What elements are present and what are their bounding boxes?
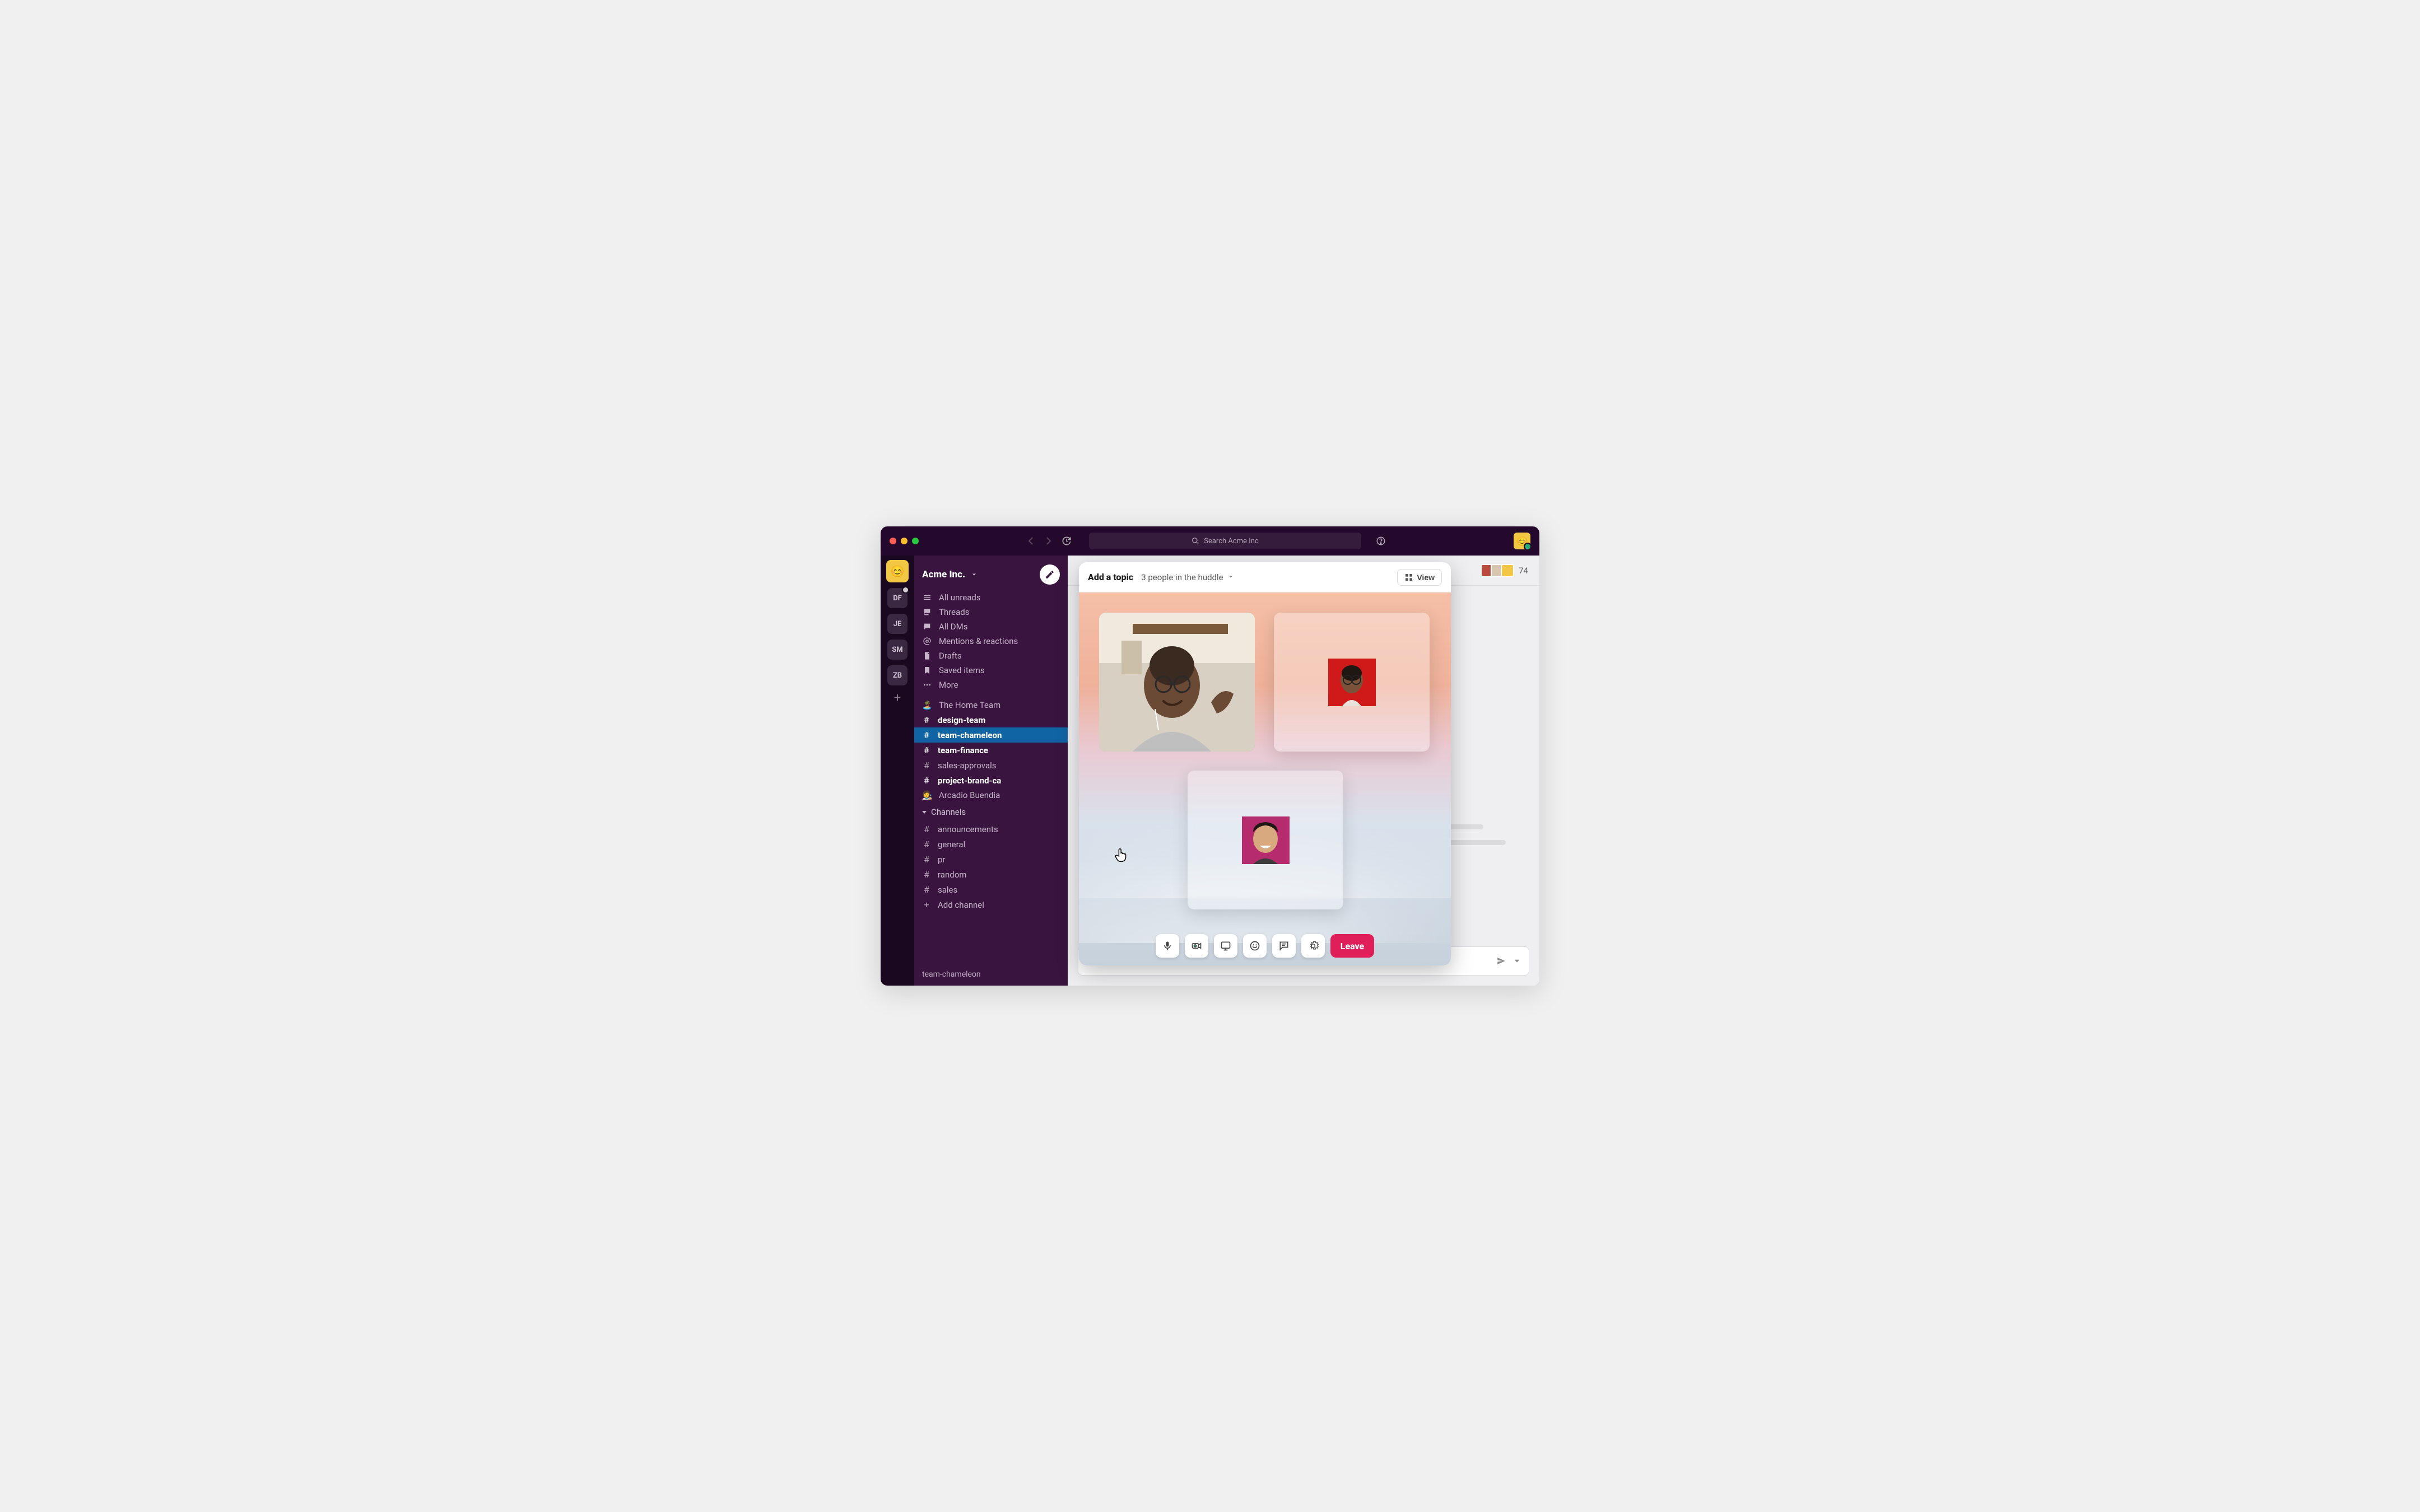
participant-avatar-2 [1328, 659, 1376, 706]
camera-icon [1191, 940, 1202, 951]
add-workspace-button[interactable]: + [894, 691, 901, 705]
view-button[interactable]: View [1397, 569, 1442, 586]
gear-icon [1307, 940, 1319, 951]
sidebar: Acme Inc. All unreads Threads All DMs Me… [914, 556, 1068, 986]
participant-tile-3[interactable] [1188, 771, 1343, 909]
history-nav [1025, 535, 1072, 547]
leave-button[interactable]: Leave [1330, 934, 1374, 958]
dm-arcadio[interactable]: 🧑‍🎨Arcadio Buendia [914, 788, 1068, 802]
unreads-icon [923, 593, 932, 602]
huddle-people-count[interactable]: 3 people in the huddle [1141, 572, 1234, 582]
huddle-controls: Leave [1079, 934, 1451, 958]
drafts-icon [923, 651, 932, 660]
channel-pr[interactable]: #pr [914, 852, 1068, 867]
mic-icon [1162, 940, 1173, 951]
share-screen-button[interactable] [1214, 934, 1237, 958]
nav-threads[interactable]: Threads [914, 605, 1068, 619]
search-input[interactable]: Search Acme Inc [1089, 533, 1361, 549]
threads-icon [923, 608, 932, 617]
nav-drafts[interactable]: Drafts [914, 648, 1068, 663]
minimize-window-button[interactable] [901, 538, 908, 544]
close-window-button[interactable] [890, 538, 896, 544]
app-window: Search Acme Inc 😊 😊 DF JE SM ZB + Acme I… [881, 526, 1539, 986]
camera-button[interactable] [1185, 934, 1208, 958]
maximize-window-button[interactable] [912, 538, 919, 544]
back-icon[interactable] [1025, 535, 1036, 547]
participant-avatar-3 [1242, 816, 1290, 864]
compose-icon [1045, 570, 1055, 580]
channel-sales[interactable]: #sales [914, 882, 1068, 897]
workspace-item-df[interactable]: DF [887, 588, 908, 608]
dms-icon [923, 622, 932, 631]
huddle-window: Add a topic 3 people in the huddle View [1079, 562, 1451, 965]
thread-button[interactable] [1272, 934, 1296, 958]
compose-button[interactable] [1040, 564, 1060, 585]
cursor-pointer-icon [1114, 847, 1130, 864]
channel-announcements[interactable]: #announcements [914, 822, 1068, 837]
channel-random[interactable]: #random [914, 867, 1068, 882]
main-content: # team-chameleon 74 Add a topic [1068, 556, 1539, 986]
chevron-down-icon[interactable] [1512, 956, 1522, 966]
screen-icon [1220, 940, 1231, 951]
search-icon [1192, 537, 1199, 545]
channel-members[interactable]: 74 [1484, 564, 1528, 577]
thread-icon [1278, 940, 1290, 951]
user-avatar[interactable]: 😊 [1514, 533, 1530, 549]
nav-all-dms[interactable]: All DMs [914, 619, 1068, 634]
body: 😊 DF JE SM ZB + Acme Inc. All unreads Th… [881, 556, 1539, 986]
emoji-button[interactable] [1243, 934, 1267, 958]
nav-all-unreads[interactable]: All unreads [914, 590, 1068, 605]
more-icon [923, 680, 932, 689]
channel-general[interactable]: #general [914, 837, 1068, 852]
nav-more[interactable]: More [914, 678, 1068, 692]
member-avatars [1484, 564, 1514, 577]
emoji-icon [1249, 940, 1260, 951]
add-topic-button[interactable]: Add a topic [1088, 572, 1133, 582]
window-controls [890, 538, 919, 544]
workspace-item-sm[interactable]: SM [887, 640, 908, 660]
mic-button[interactable] [1156, 934, 1179, 958]
participant-tile-1[interactable] [1099, 613, 1255, 752]
huddle-header: Add a topic 3 people in the huddle View [1079, 562, 1451, 592]
search-placeholder: Search Acme Inc [1204, 537, 1258, 545]
channel-design-team[interactable]: #design-team [914, 712, 1068, 727]
member-count: 74 [1519, 566, 1528, 576]
forward-icon[interactable] [1043, 535, 1054, 547]
huddle-body: Leave [1079, 592, 1451, 965]
help-icon[interactable] [1376, 536, 1386, 546]
participant-video-1 [1099, 613, 1255, 752]
add-channel-button[interactable]: +Add channel [914, 897, 1068, 912]
chevron-down-icon [1227, 573, 1234, 580]
sidebar-footer: team-chameleon [914, 963, 1068, 986]
mentions-icon [923, 637, 932, 646]
nav-mentions[interactable]: Mentions & reactions [914, 634, 1068, 648]
workspace-item-je[interactable]: JE [887, 614, 908, 634]
workspace-switcher[interactable]: 😊 [886, 560, 909, 582]
bookmark-icon [923, 666, 932, 675]
nav-saved[interactable]: Saved items [914, 663, 1068, 678]
section-channels[interactable]: Channels [914, 802, 1068, 822]
channel-project-brand[interactable]: #project-brand-ca [914, 773, 1068, 788]
participant-tile-2[interactable] [1274, 613, 1430, 752]
grid-icon [1404, 573, 1413, 582]
channel-team-finance[interactable]: #team-finance [914, 743, 1068, 758]
history-icon[interactable] [1061, 535, 1072, 547]
channel-sales-approvals[interactable]: #sales-approvals [914, 758, 1068, 773]
caret-icon [922, 811, 927, 814]
workspace-rail: 😊 DF JE SM ZB + [881, 556, 914, 986]
section-home-team[interactable]: 🏝️The Home Team [914, 698, 1068, 712]
send-icon[interactable] [1496, 956, 1506, 966]
channel-team-chameleon[interactable]: #team-chameleon [914, 727, 1068, 743]
titlebar: Search Acme Inc 😊 [881, 526, 1539, 556]
settings-button[interactable] [1301, 934, 1325, 958]
workspace-header[interactable]: Acme Inc. [914, 559, 1068, 590]
chevron-down-icon [971, 571, 978, 578]
workspace-name: Acme Inc. [922, 569, 965, 580]
workspace-item-zb[interactable]: ZB [887, 665, 908, 685]
